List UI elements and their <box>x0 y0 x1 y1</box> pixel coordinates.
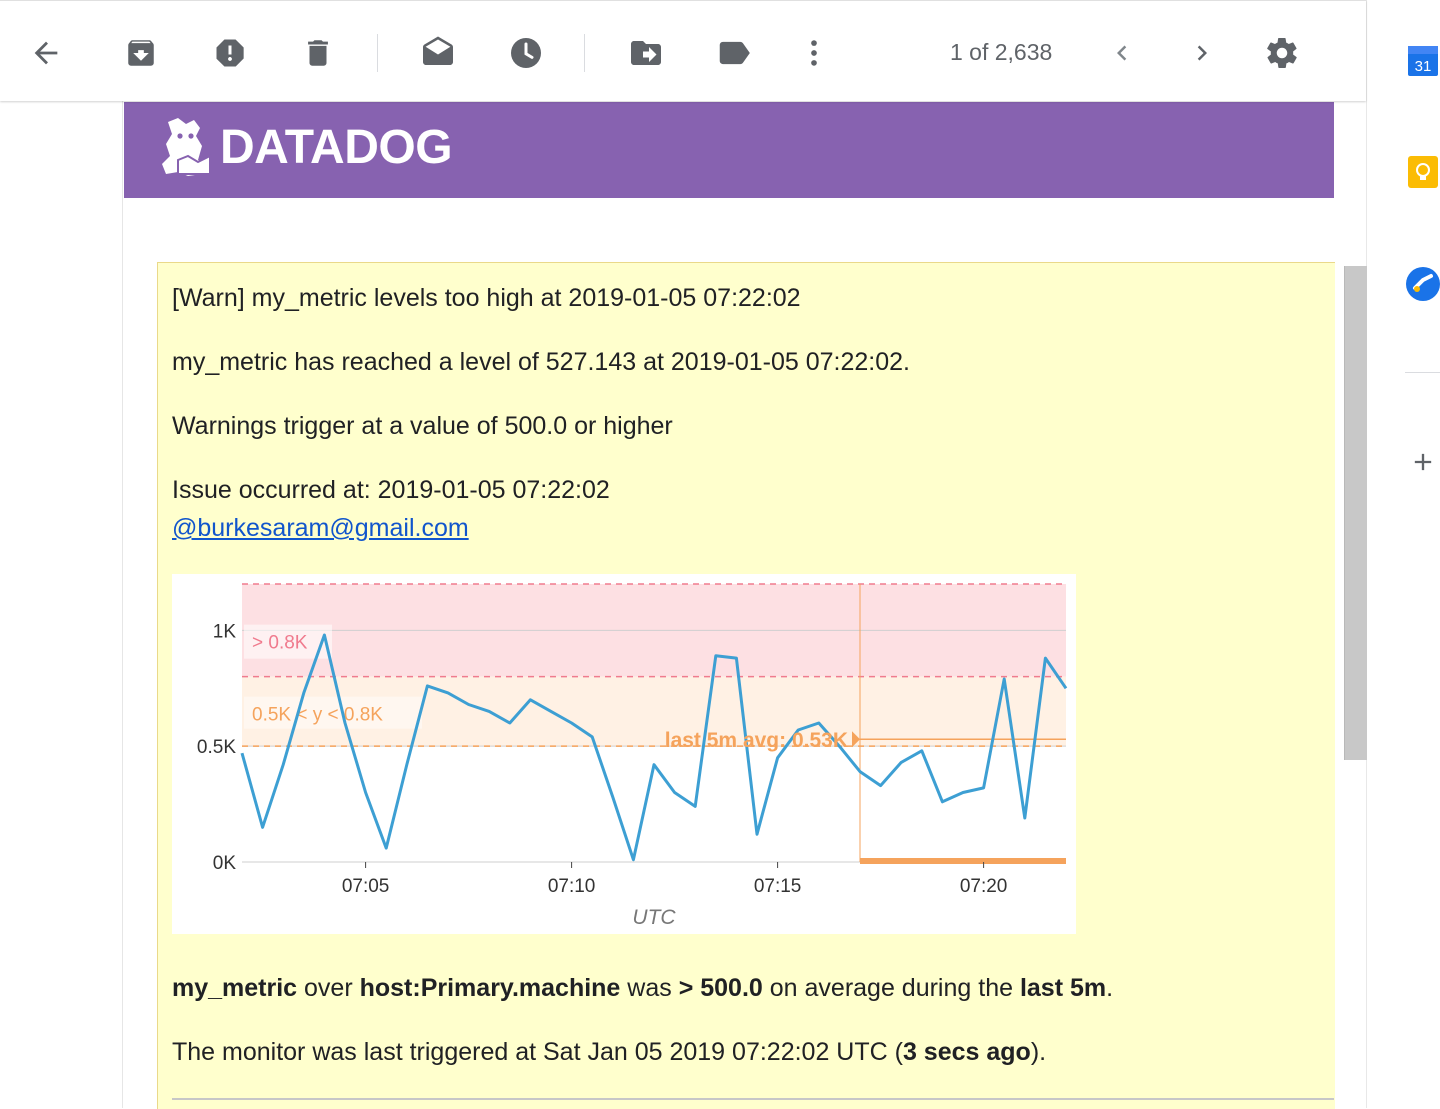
y-tick-label: 0.5K <box>197 737 236 758</box>
move-to-icon[interactable] <box>626 33 666 73</box>
keep-icon[interactable] <box>1405 154 1440 190</box>
y-tick-label: 0K <box>213 853 237 874</box>
report-spam-icon[interactable] <box>210 33 250 73</box>
tasks-icon[interactable] <box>1405 266 1440 302</box>
summary-was: was <box>620 974 679 1002</box>
critical-band-label: > 0.8K <box>252 633 308 654</box>
trigger-line: The monitor was last triggered at Sat Ja… <box>172 1038 1046 1067</box>
toolbar-divider <box>377 34 378 72</box>
alert-summary: my_metric over host:Primary.machine was … <box>172 974 1113 1003</box>
more-vert-icon[interactable] <box>794 33 834 73</box>
mention-email-link[interactable]: @burkesaram@gmail.com <box>172 514 469 542</box>
summary-condition: > 500.0 <box>678 974 763 1002</box>
window-bar <box>860 858 1066 864</box>
y-tick-label: 1K <box>213 621 237 642</box>
calendar-day-number: 31 <box>1415 58 1432 75</box>
label-icon[interactable] <box>714 33 754 73</box>
x-tick-label: 07:20 <box>960 876 1008 897</box>
datadog-wordmark: DATADOG <box>220 121 453 174</box>
mark-unread-icon[interactable] <box>418 33 458 73</box>
x-tick-label: 07:15 <box>754 876 802 897</box>
calendar-icon[interactable]: 31 <box>1405 42 1440 78</box>
back-arrow-icon[interactable] <box>26 33 66 73</box>
section-divider <box>172 1098 1334 1100</box>
alert-level-line: my_metric has reached a level of 527.143… <box>172 348 910 376</box>
message-toolbar: 1 of 2,638 <box>0 0 1366 101</box>
delete-icon[interactable] <box>298 33 338 73</box>
alert-threshold-line: Warnings trigger at a value of 500.0 or … <box>172 412 673 440</box>
side-panel: 31 <box>1366 0 1440 1108</box>
summary-host: host:Primary.machine <box>359 974 621 1002</box>
trigger-suffix: ). <box>1030 1038 1047 1066</box>
alert-title: [Warn] my_metric levels too high at 2019… <box>172 284 801 312</box>
x-tick-label: 07:10 <box>548 876 596 897</box>
alert-issue-time: Issue occurred at: 2019-01-05 07:22:02 <box>172 476 610 504</box>
summary-window: last 5m <box>1019 974 1107 1002</box>
avg-label: last 5m avg: 0.53K <box>665 729 848 752</box>
metric-chart: 0K 0.5K 1K > 0.8K 0.5K < y < 0.8K last 5m avg… <box>172 574 1076 934</box>
email-body-border <box>122 100 123 1108</box>
chevron-right-icon[interactable] <box>1182 33 1222 73</box>
metric-chart-svg: 0K 0.5K 1K > 0.8K 0.5K < y < 0.8K last 5m avg… <box>197 583 1068 929</box>
summary-metric: my_metric <box>172 974 298 1002</box>
summary-end: . <box>1106 974 1114 1002</box>
trigger-ago: 3 secs ago <box>902 1038 1031 1066</box>
scrollbar-thumb[interactable] <box>1344 266 1367 760</box>
add-icon[interactable] <box>1405 444 1440 480</box>
x-axis-label: UTC <box>632 906 676 929</box>
pagination-count: 1 of 2,638 <box>950 39 1053 65</box>
snooze-icon[interactable] <box>506 33 546 73</box>
archive-icon[interactable] <box>121 33 161 73</box>
toolbar-divider <box>584 34 585 72</box>
chevron-left-icon[interactable] <box>1102 33 1142 73</box>
x-tick-label: 07:05 <box>342 876 390 897</box>
summary-mid: on average during the <box>762 974 1020 1002</box>
trigger-prefix: The monitor was last triggered at Sat Ja… <box>172 1038 903 1066</box>
datadog-dog-logo-icon <box>158 116 214 185</box>
mention-link-wrap: @burkesaram@gmail.com <box>172 514 469 543</box>
summary-over: over <box>297 974 360 1002</box>
side-panel-divider <box>1405 372 1440 373</box>
warning-band-label: 0.5K < y < 0.8K <box>252 705 383 726</box>
settings-gear-icon[interactable] <box>1262 33 1302 73</box>
